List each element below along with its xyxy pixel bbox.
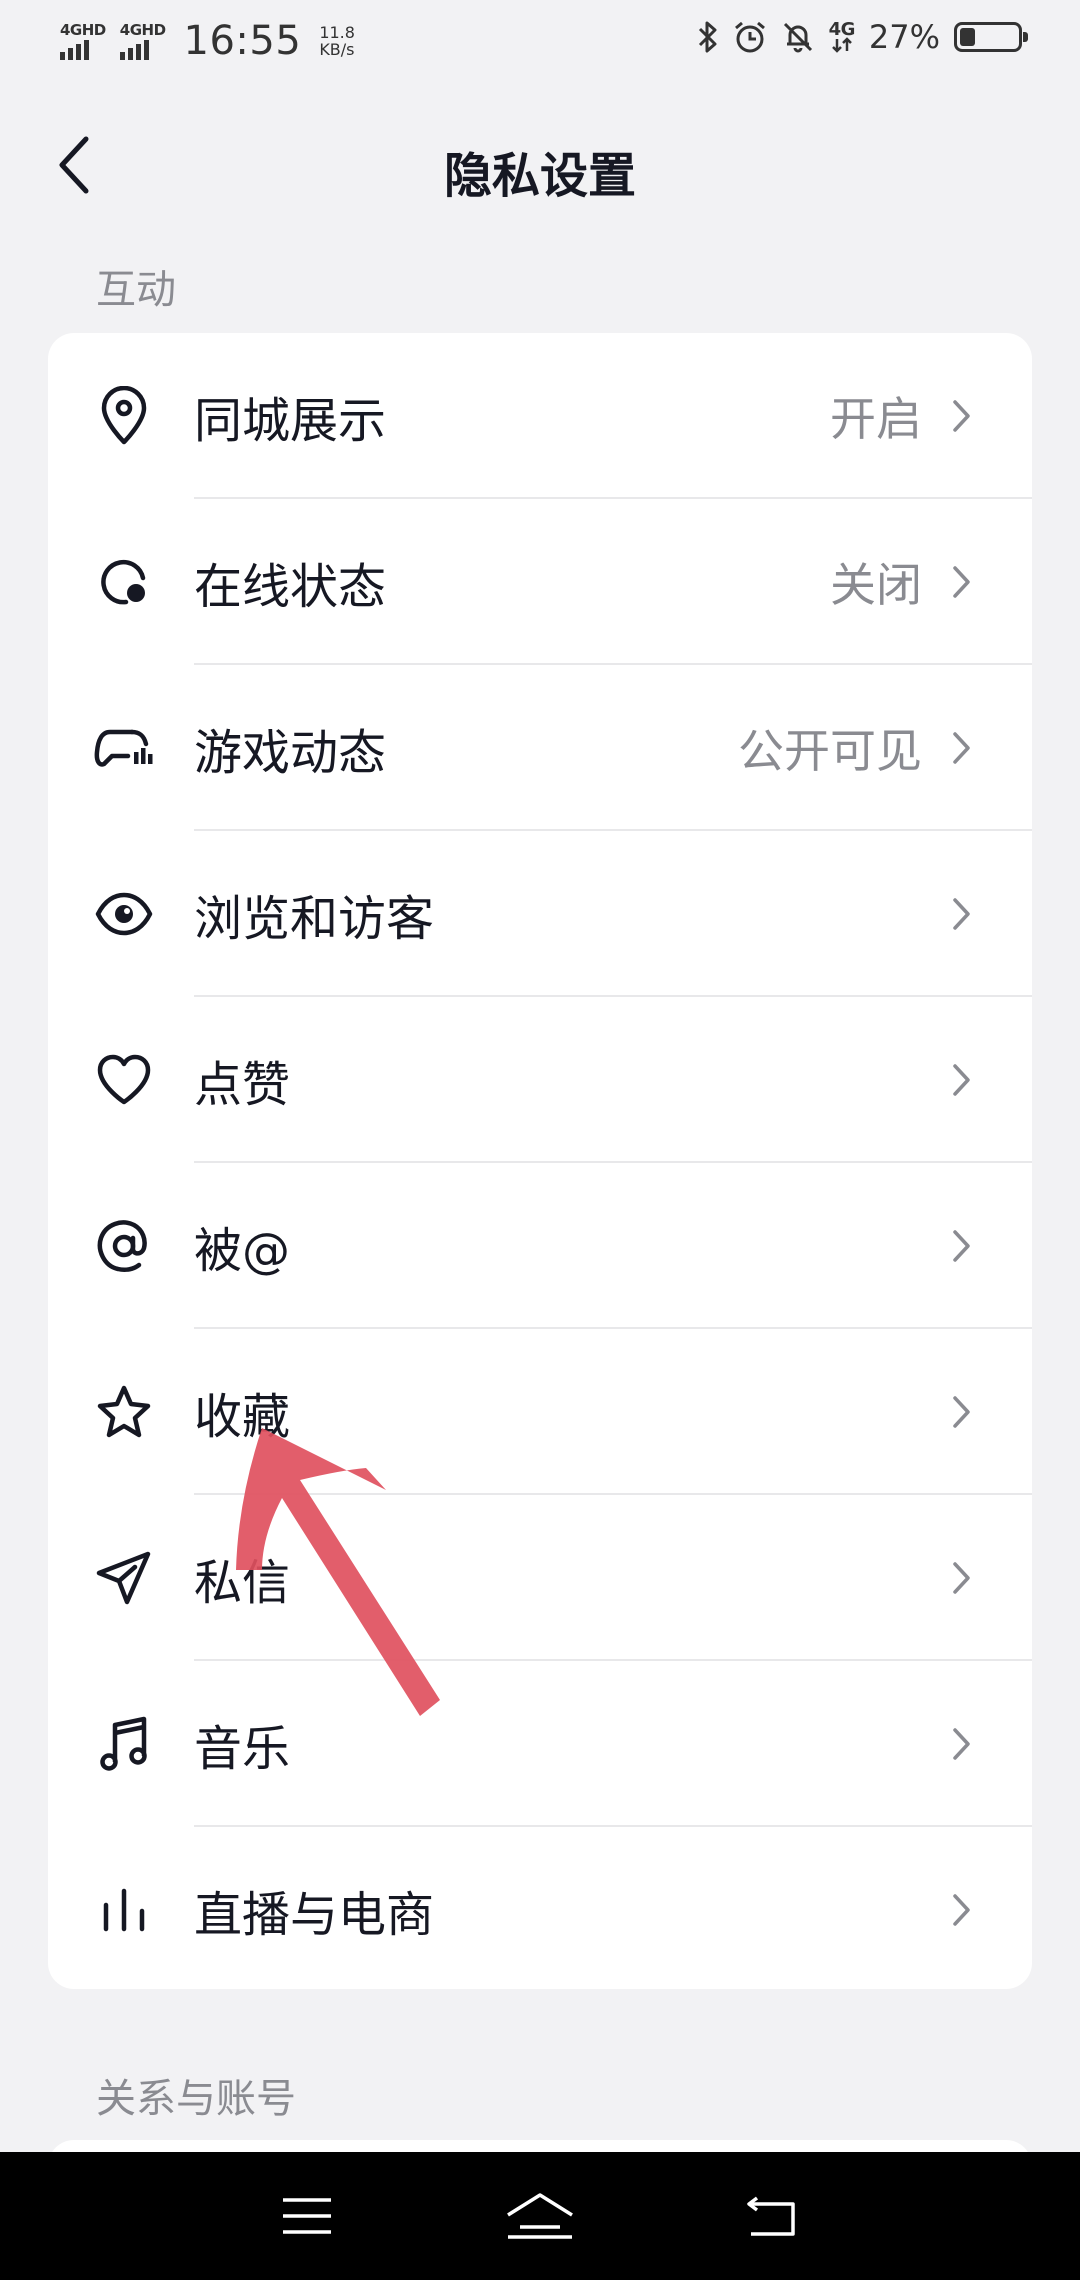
network-speed-unit: KB/s	[319, 40, 355, 59]
battery-icon	[954, 22, 1028, 52]
settings-row-online-status[interactable]: 在线状态 关闭	[48, 499, 1032, 665]
settings-row-value: 公开可见	[738, 724, 922, 778]
chevron-right-icon	[953, 732, 970, 764]
settings-row-value: 开启	[830, 392, 922, 446]
settings-row-music[interactable]: 音乐	[48, 1661, 1032, 1827]
bars-icon	[94, 1880, 154, 1940]
settings-row-label: 同城展示	[194, 393, 387, 449]
music-note-icon	[94, 1714, 154, 1774]
chevron-right-icon	[953, 1562, 970, 1594]
home-icon	[507, 2193, 573, 2239]
settings-row-label: 在线状态	[194, 559, 387, 615]
at-icon	[94, 1216, 154, 1276]
section-label-relations-account: 关系与账号	[96, 2076, 296, 2122]
network-type-label: 4GHD	[60, 20, 106, 39]
battery-fill	[960, 28, 975, 46]
chevron-right-icon	[953, 1728, 970, 1760]
page-title: 隐私设置	[443, 148, 636, 204]
settings-row-nearby[interactable]: 同城展示 开启	[48, 333, 1032, 499]
clock: 16:55	[183, 18, 302, 64]
network-speed: 11.8 KB/s	[319, 24, 355, 58]
mobile-data-indicator: 4G	[828, 18, 856, 53]
back-icon	[747, 2196, 796, 2236]
data-arrows-icon	[831, 36, 852, 53]
settings-row-value: 关闭	[830, 558, 922, 612]
settings-row-likes[interactable]: 点赞	[48, 997, 1032, 1163]
settings-row-label: 音乐	[194, 1721, 291, 1777]
paper-plane-icon	[94, 1548, 154, 1608]
home-button[interactable]	[495, 2181, 585, 2251]
settings-row-visits[interactable]: 浏览和访客	[48, 831, 1032, 997]
system-nav-bar	[0, 2152, 1080, 2280]
nav-header: 隐私设置	[0, 100, 1080, 230]
settings-row-live-commerce[interactable]: 直播与电商	[48, 1827, 1032, 1989]
settings-row-label: 游戏动态	[194, 725, 387, 781]
signal-bars-icon	[60, 39, 89, 60]
settings-row-label: 收藏	[194, 1389, 291, 1445]
network-speed-value: 11.8	[319, 23, 355, 42]
status-bar-left: 4GHD 4GHD 16:55 11.8 KB/s	[60, 18, 355, 64]
online-status-icon	[94, 552, 154, 612]
settings-row-game-activity[interactable]: 游戏动态 公开可见	[48, 665, 1032, 831]
mobile-data-label: 4G	[828, 18, 856, 40]
battery-percent: 27%	[868, 18, 940, 56]
chevron-right-icon	[953, 1064, 970, 1096]
menu-button[interactable]	[262, 2181, 352, 2251]
settings-row-favorites[interactable]: 收藏	[48, 1329, 1032, 1495]
location-pin-icon	[94, 386, 154, 446]
alarm-icon	[734, 21, 765, 53]
chevron-right-icon	[953, 898, 970, 930]
signal-indicator-2: 4GHD	[119, 20, 166, 60]
settings-row-messages[interactable]: 私信	[48, 1495, 1032, 1661]
settings-row-label: 点赞	[194, 1057, 291, 1113]
mute-bell-icon	[783, 22, 812, 53]
section-label-interaction: 互动	[96, 267, 176, 313]
menu-icon	[282, 2198, 331, 2234]
settings-row-label: 直播与电商	[194, 1887, 435, 1943]
settings-row-label: 浏览和访客	[194, 891, 435, 947]
chevron-right-icon	[953, 1396, 970, 1428]
chevron-right-icon	[953, 1230, 970, 1262]
chevron-right-icon	[953, 400, 970, 432]
settings-row-label: 私信	[194, 1555, 291, 1611]
star-icon	[94, 1382, 154, 1442]
settings-row-mentions[interactable]: 被@	[48, 1163, 1032, 1329]
eye-icon	[94, 884, 154, 944]
settings-row-label: 被@	[194, 1223, 291, 1279]
system-back-button[interactable]	[728, 2181, 818, 2251]
signal-indicator-1: 4GHD	[60, 20, 106, 60]
status-bar: 4GHD 4GHD 16:55 11.8 KB/s 4G 27%	[0, 0, 1080, 84]
interaction-settings-card: 同城展示 开启 在线状态 关闭 游戏动态 公开可见 浏览和访客 点赞 被@ 收藏…	[48, 333, 1032, 1989]
bluetooth-icon	[698, 21, 717, 53]
heart-icon	[94, 1050, 154, 1110]
status-bar-right: 4G 27%	[697, 18, 1028, 56]
chevron-right-icon	[953, 1894, 970, 1926]
gamepad-icon	[94, 718, 154, 778]
network-type-label: 4GHD	[119, 20, 166, 39]
chevron-right-icon	[953, 566, 970, 598]
signal-bars-icon	[119, 39, 149, 60]
